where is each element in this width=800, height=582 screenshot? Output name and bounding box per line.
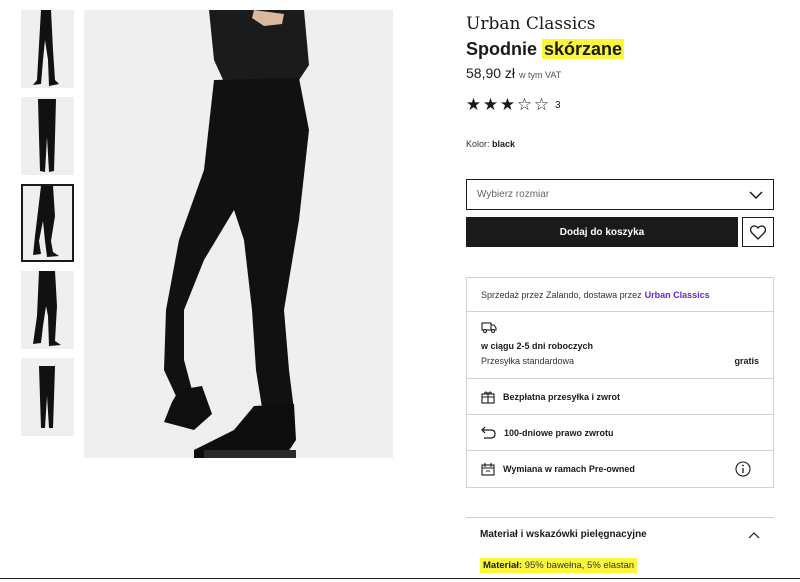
color-value: black xyxy=(492,139,516,149)
size-placeholder: Wybierz rozmiar xyxy=(477,189,550,200)
gift-box-icon xyxy=(481,391,495,404)
wishlist-button[interactable] xyxy=(742,217,774,247)
title-highlight: skórzane xyxy=(542,39,625,59)
returns-row[interactable]: 100-dniowe prawo zwrotu xyxy=(467,415,773,451)
material-info: Materiał: 95% bawełna, 5% elastan xyxy=(480,558,774,573)
delivery-price: gratis xyxy=(734,356,759,366)
free-shipping-label: Bezpłatna przesyłka i zwrot xyxy=(503,391,621,402)
thumbnail-5[interactable] xyxy=(21,358,74,436)
rating-stars: ★ ★ ★ ☆ ☆ xyxy=(465,96,550,115)
returns-label: 100-dniowe prawo zwrotu xyxy=(504,427,614,438)
seller-link[interactable]: Urban Classics xyxy=(645,290,710,300)
calendar-box-icon xyxy=(481,463,495,476)
preowned-row[interactable]: Wymiana w ramach Pre-owned xyxy=(467,451,773,487)
preowned-label: Wymiana w ramach Pre-owned xyxy=(503,464,635,474)
price-value: 58,90 zł xyxy=(466,65,516,81)
return-arrow-icon xyxy=(481,426,496,439)
material-value: 95% bawełna, 5% elastan xyxy=(524,560,635,571)
page-divider xyxy=(0,578,800,579)
material-label: Materiał: xyxy=(483,560,523,571)
thumbnail-4[interactable] xyxy=(21,271,74,349)
rating-count: 3 xyxy=(555,100,561,111)
info-icon[interactable] xyxy=(735,461,751,477)
color-label: Kolor: xyxy=(466,139,490,149)
color-info: Kolor: black xyxy=(466,139,515,149)
rating[interactable]: ★ ★ ★ ☆ ☆ 3 xyxy=(465,96,561,115)
material-highlight: Materiał: 95% bawełna, 5% elastan xyxy=(480,558,638,573)
add-to-cart-button[interactable]: Dodaj do koszyka xyxy=(466,217,738,247)
material-section: Materiał i wskazówki pielęgnacyjne Mater… xyxy=(466,517,774,582)
vat-note: w tym VAT xyxy=(519,70,562,80)
delivery-type: Przesyłka standardowa xyxy=(481,356,575,366)
main-product-image[interactable] xyxy=(84,10,393,458)
product-title: Spodnie skórzane xyxy=(466,39,625,60)
material-accordion-header[interactable]: Materiał i wskazówki pielęgnacyjne xyxy=(466,518,774,540)
price: 58,90 zł w tym VAT xyxy=(466,65,561,81)
seller-text: Sprzedaż przez Zalando, dostawa przez xyxy=(481,289,642,300)
delivery-type-line: Przesyłka standardowa gratis xyxy=(481,356,759,366)
thumbnail-list xyxy=(21,10,75,445)
thumbnail-1[interactable] xyxy=(21,10,74,88)
thumbnail-3[interactable] xyxy=(21,184,74,262)
chevron-down-icon xyxy=(749,190,763,199)
delivery-info-box: Sprzedaż przez Zalando, dostawa przez Ur… xyxy=(466,277,774,488)
heart-icon xyxy=(750,224,766,240)
delivery-time: w ciągu 2-5 dni roboczych xyxy=(481,341,594,351)
delivery-truck-icon xyxy=(481,322,497,333)
star-empty-icon: ☆ xyxy=(533,95,550,114)
size-select[interactable]: Wybierz rozmiar xyxy=(466,179,774,210)
material-heading: Materiał i wskazówki pielęgnacyjne xyxy=(480,529,647,540)
star-filled-icon: ★ xyxy=(482,95,499,114)
star-filled-icon: ★ xyxy=(499,95,516,114)
seller-row: Sprzedaż przez Zalando, dostawa przez Ur… xyxy=(467,278,773,312)
brand-name[interactable]: Urban Classics xyxy=(466,14,596,34)
free-shipping-row[interactable]: Bezpłatna przesyłka i zwrot xyxy=(467,379,773,415)
star-empty-icon: ☆ xyxy=(516,95,533,114)
star-filled-icon: ★ xyxy=(465,95,482,114)
chevron-up-icon xyxy=(748,531,760,538)
delivery-row: w ciągu 2-5 dni roboczych Przesyłka stan… xyxy=(467,312,773,379)
title-prefix: Spodnie xyxy=(466,39,537,59)
thumbnail-2[interactable] xyxy=(21,97,74,175)
